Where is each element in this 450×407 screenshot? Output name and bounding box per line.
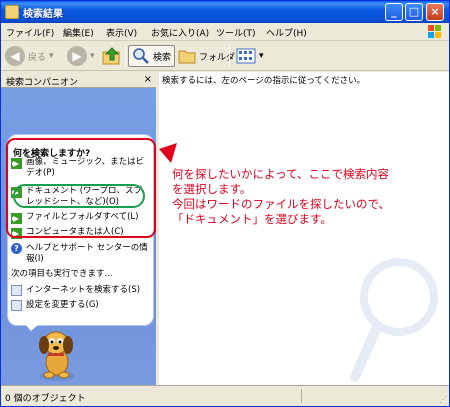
back-arrow-icon: ◀: [5, 46, 25, 66]
status-bar: 0 個のオブジェクト ⋰: [1, 385, 449, 406]
menu-favorites[interactable]: お気に入り(A): [151, 26, 209, 39]
results-pane: 検索するには、左のページの指示に従ってください。: [159, 72, 449, 385]
internet-search-icon: [11, 285, 22, 296]
annotation-line: 今回はワードのファイルを探したいので、: [172, 197, 391, 211]
also-label-text: 次の項目も実行できます...: [11, 269, 113, 279]
help-question-icon: ?: [11, 243, 22, 254]
folder-icon: [178, 50, 196, 64]
annotation-arrow-icon: [159, 143, 177, 163]
back-label: 戻る: [28, 52, 47, 63]
forward-button[interactable]: ▶ ▾: [67, 45, 95, 67]
annotation-line: 何を探したいかによって、ここで検索内容: [172, 167, 390, 181]
close-icon[interactable]: ×: [144, 74, 152, 85]
up-folder-icon: [102, 47, 120, 65]
chevron-down-icon: ▾: [49, 51, 54, 61]
back-button[interactable]: ◀ 戻る ▾: [5, 45, 54, 67]
views-grid-icon: [236, 48, 256, 64]
toolbar-separator: [229, 46, 230, 66]
results-instruction: 検索するには、左のページの指示に従ってください。: [162, 76, 366, 86]
close-button[interactable]: ×: [426, 3, 444, 21]
search-button[interactable]: 検索: [128, 45, 176, 67]
search-label: 検索: [153, 52, 172, 63]
annotation-green-oval: [13, 184, 145, 208]
folders-button[interactable]: フォルダ: [178, 45, 235, 67]
windows-logo-icon: [428, 25, 441, 38]
minimize-button[interactable]: _: [385, 3, 403, 21]
annotation-line: 「ドキュメント」を選びます。: [172, 212, 332, 226]
menu-file[interactable]: ファイル(F): [6, 26, 54, 39]
object-count: 0 個のオブジェクト: [5, 394, 86, 404]
search-internet-label: インターネットを検索する(S): [26, 285, 141, 295]
views-button[interactable]: ▾: [236, 45, 264, 67]
toolbar: ◀ 戻る ▾ ▶ ▾ 検索 フォルダ ▾: [1, 41, 449, 71]
title-bar: 検索結果 _ □ ×: [1, 1, 449, 23]
search-icon: [133, 48, 149, 64]
maximize-button[interactable]: □: [405, 3, 423, 21]
toolbar-separator: [125, 46, 126, 66]
menu-view[interactable]: 表示(V): [106, 26, 137, 39]
annotation-line: を選択します。: [172, 182, 252, 196]
status-divider: [301, 389, 302, 403]
menu-bar: ファイル(F) 編集(E) 表示(V) お気に入り(A) ツール(T) ヘルプ(…: [1, 23, 449, 41]
chevron-down-icon: ▾: [259, 51, 264, 61]
change-settings-label: 設定を変更する(G): [26, 300, 99, 310]
forward-arrow-icon: ▶: [67, 46, 87, 66]
menu-help[interactable]: ヘルプ(H): [266, 26, 307, 39]
search-internet-link[interactable]: インターネットを検索する(S): [11, 285, 149, 296]
help-support-label: ヘルプとサポート センターの情報(I): [26, 243, 148, 264]
change-settings-link[interactable]: 設定を変更する(G): [11, 300, 149, 311]
search-results-window: 検索結果 _ □ × ファイル(F) 編集(E) 表示(V) お気に入り(A) …: [0, 0, 450, 407]
settings-icon: [11, 300, 22, 311]
search-companion-header: 検索コンパニオン ×: [1, 72, 156, 88]
search-dog-icon[interactable]: [31, 326, 81, 384]
window-title: 検索結果: [23, 9, 63, 20]
folder-icon: [5, 5, 19, 19]
annotation-text: 何を探したいかによって、ここで検索内容 を選択します。 今回はワードのファイルを…: [172, 167, 447, 227]
resize-grip-icon[interactable]: ⋰: [439, 395, 447, 404]
search-companion-title: 検索コンパニオン: [6, 78, 79, 88]
menu-edit[interactable]: 編集(E): [63, 26, 94, 39]
magnifier-watermark-icon: [350, 258, 438, 382]
up-folder-button[interactable]: [101, 45, 123, 67]
help-support-link[interactable]: ? ヘルプとサポート センターの情報(I): [11, 243, 149, 265]
menu-tools[interactable]: ツール(T): [216, 26, 256, 39]
chevron-down-icon: ▾: [90, 51, 95, 61]
also-label: 次の項目も実行できます...: [11, 269, 149, 280]
